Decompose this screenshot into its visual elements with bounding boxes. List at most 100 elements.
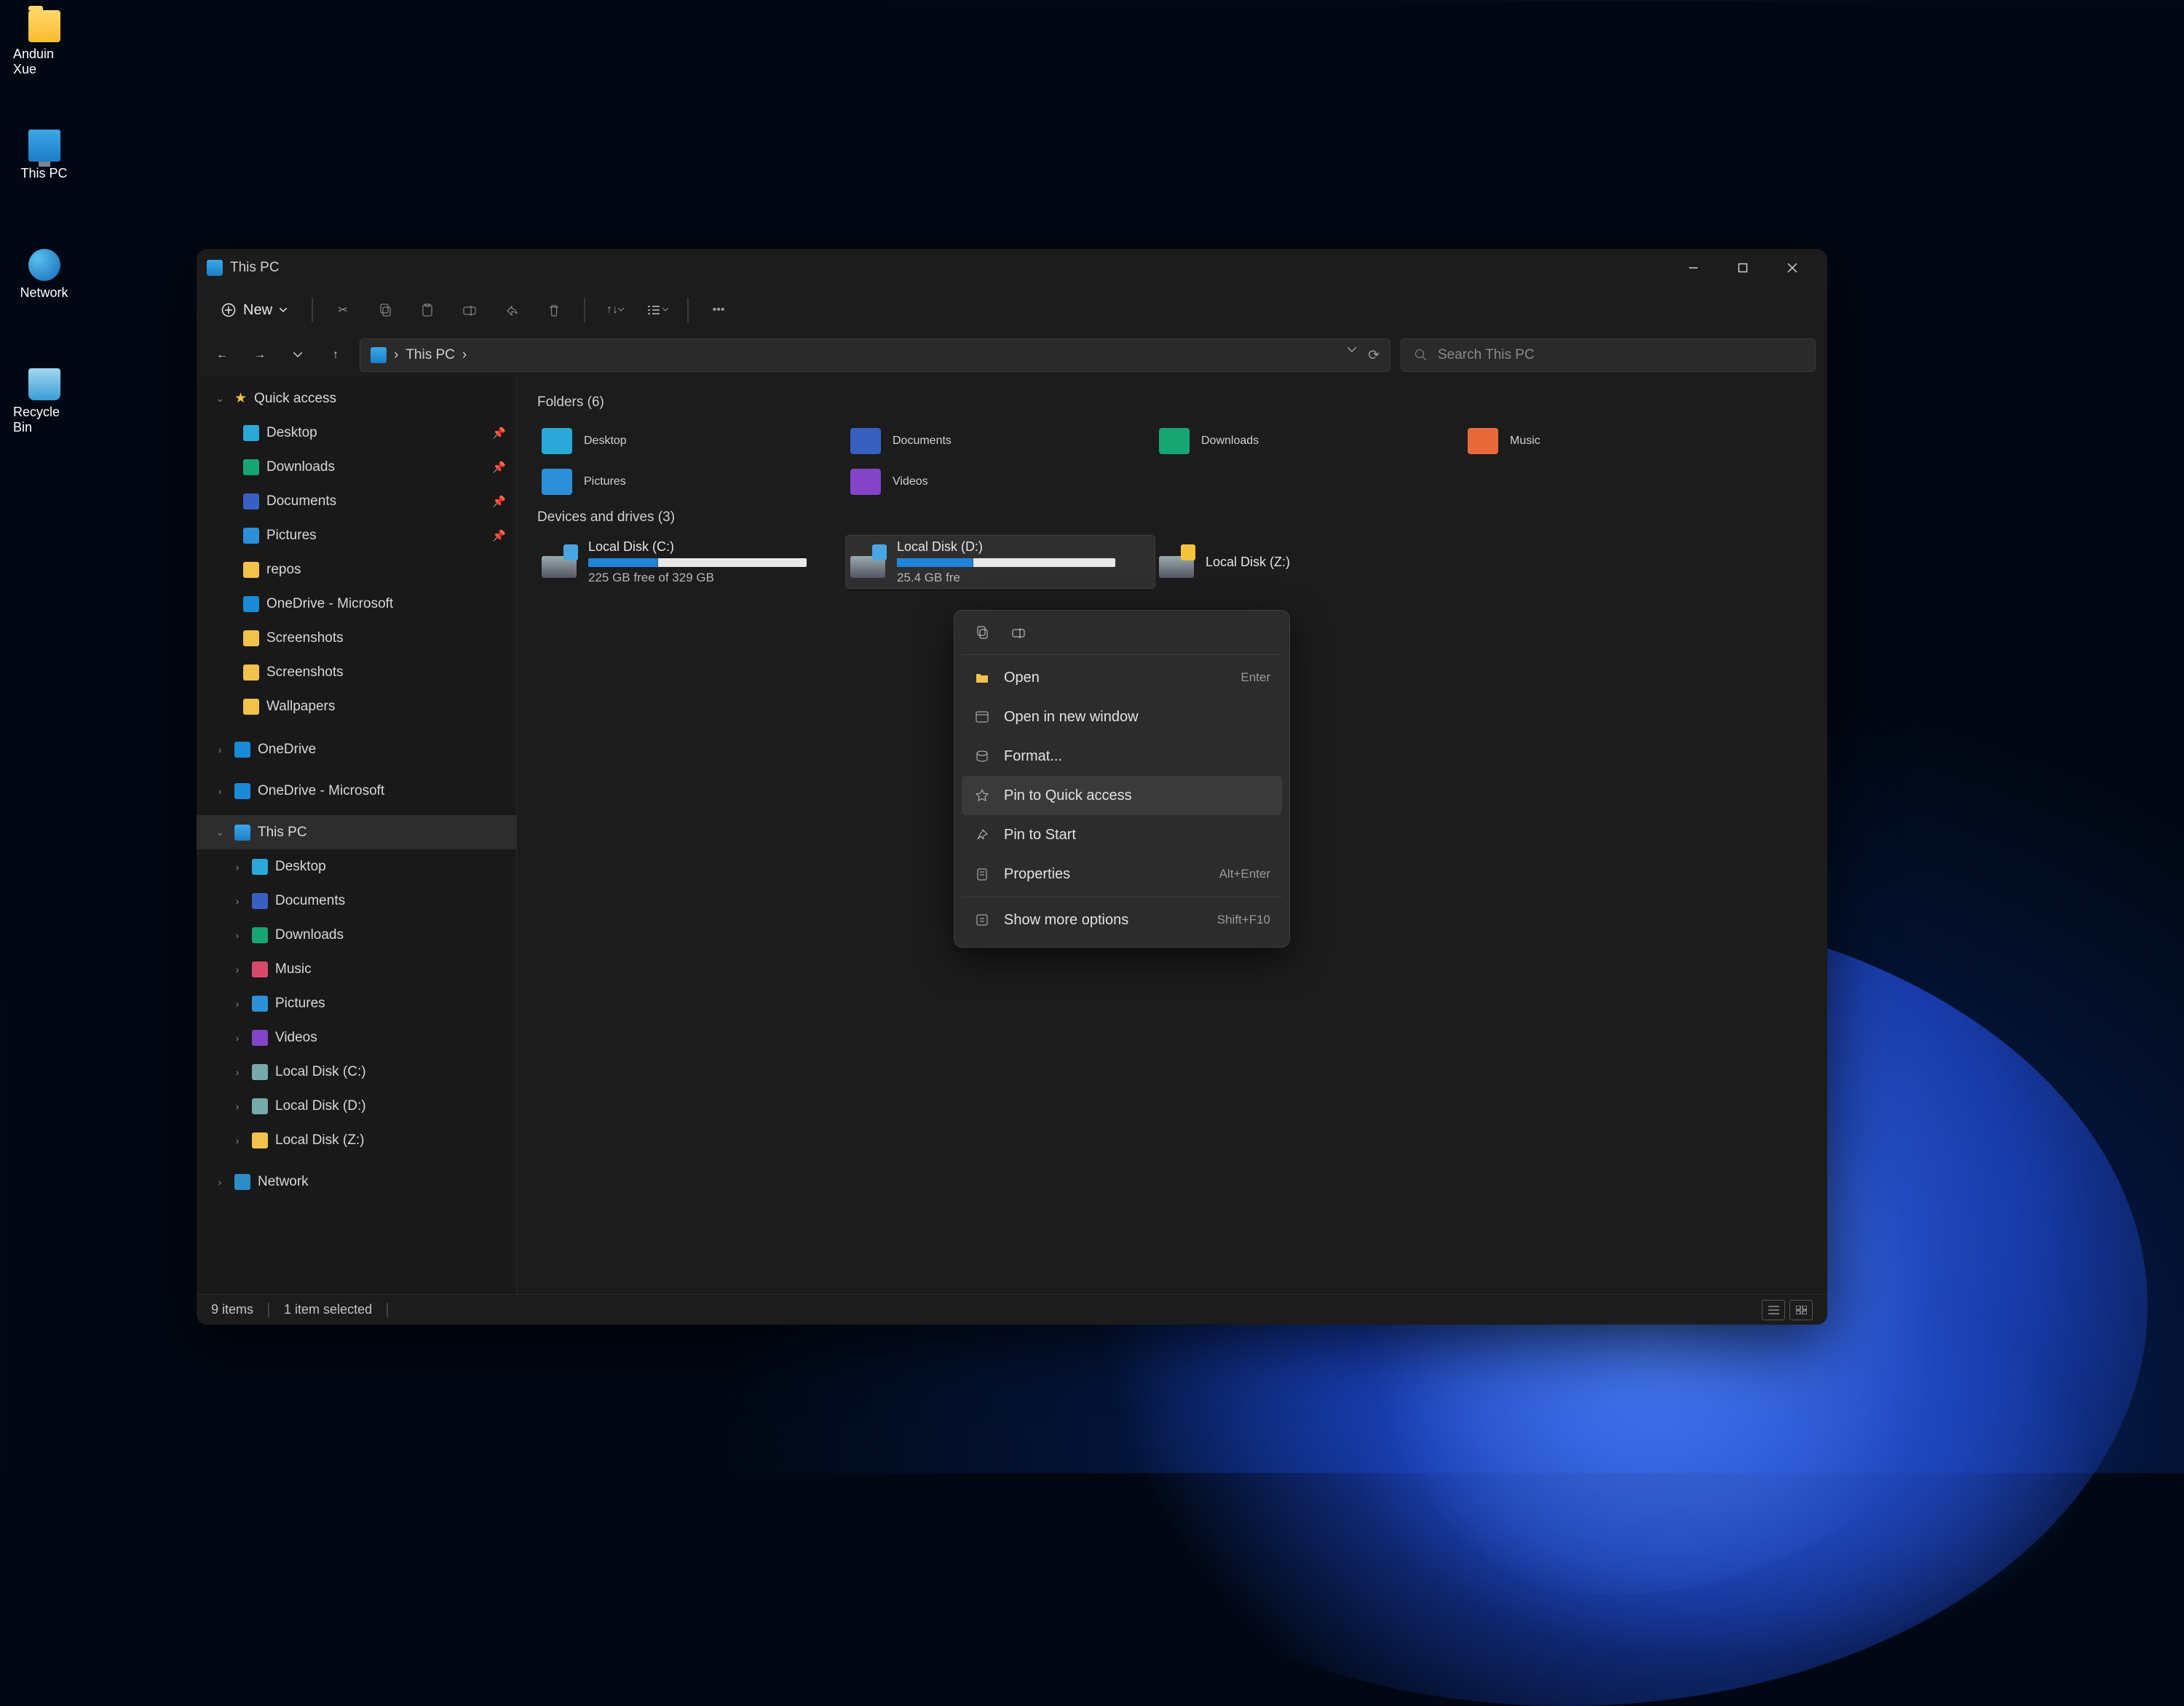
ctx-item[interactable]: OpenEnter <box>962 658 1282 697</box>
sidebar-item[interactable]: ›Videos <box>197 1020 516 1055</box>
ctx-show-more[interactable]: Show more optionsShift+F10 <box>962 900 1282 940</box>
sidebar-item[interactable]: ›Local Disk (D:) <box>197 1089 516 1123</box>
paste-button[interactable] <box>409 295 446 325</box>
folder-icon <box>252 1132 268 1148</box>
ctx-item[interactable]: PropertiesAlt+Enter <box>962 854 1282 894</box>
folder-item[interactable]: Documents <box>846 421 1155 461</box>
drives-group-header[interactable]: Devices and drives (3) <box>537 509 1807 525</box>
rename-button[interactable] <box>451 295 488 325</box>
sidebar-item[interactable]: ›Music <box>197 952 516 986</box>
ctx-copy-button[interactable] <box>968 621 997 644</box>
sidebar-item[interactable]: ›Downloads <box>197 918 516 952</box>
chevron-down-icon[interactable] <box>1348 347 1356 364</box>
sidebar-item[interactable]: ›Desktop <box>197 849 516 884</box>
folder-item[interactable]: Pictures <box>537 461 846 502</box>
cut-button[interactable]: ✂ <box>325 295 361 325</box>
forward-button[interactable]: → <box>246 341 274 369</box>
sidebar-item[interactable]: ›Local Disk (Z:) <box>197 1123 516 1157</box>
folders-group-header[interactable]: Folders (6) <box>537 394 1807 410</box>
view-button[interactable] <box>639 295 676 325</box>
ctx-item[interactable]: Format... <box>962 737 1282 776</box>
pin-icon: 📌 <box>492 495 506 508</box>
address-bar[interactable]: › This PC › ⟳ <box>360 338 1390 372</box>
desktop-icon-recycle[interactable]: Recycle Bin <box>13 368 75 435</box>
sidebar-item[interactable]: Pictures📌 <box>197 518 516 552</box>
drive-item[interactable]: Local Disk (C:)225 GB free of 329 GB <box>537 536 846 588</box>
folder-icon <box>973 672 991 683</box>
cloud-icon <box>234 783 250 799</box>
ctx-rename-button[interactable] <box>1004 621 1033 644</box>
recent-button[interactable] <box>284 341 312 369</box>
drive-item[interactable]: Local Disk (Z:) <box>1155 536 1463 588</box>
sidebar-item[interactable]: ›Pictures <box>197 986 516 1020</box>
more-button[interactable]: ••• <box>700 295 737 325</box>
copy-button[interactable] <box>367 295 403 325</box>
drive-item[interactable]: Local Disk (D:)25.4 GB fre <box>846 536 1155 588</box>
sidebar-thispc[interactable]: ⌄This PC <box>197 815 516 849</box>
sidebar-item[interactable]: Documents📌 <box>197 484 516 518</box>
folder-icon <box>252 961 268 977</box>
drive-icon <box>850 546 885 578</box>
sidebar-item[interactable]: Screenshots <box>197 621 516 655</box>
desktop-icon-thispc[interactable]: This PC <box>13 130 75 181</box>
disk-icon <box>973 750 991 762</box>
sidebar-item[interactable]: Desktop📌 <box>197 416 516 450</box>
details-view-button[interactable] <box>1762 1300 1785 1320</box>
sidebar: ⌄★Quick accessDesktop📌Downloads📌Document… <box>197 377 517 1294</box>
folder-icon <box>1468 428 1498 454</box>
folder-item[interactable]: Desktop <box>537 421 846 461</box>
sidebar-item[interactable]: Screenshots <box>197 655 516 689</box>
folder-item[interactable]: Videos <box>846 461 1155 502</box>
share-button[interactable] <box>494 295 530 325</box>
folder-icon <box>243 459 259 475</box>
chevron-down-icon <box>280 308 287 313</box>
folder-icon <box>542 469 572 495</box>
folder-item[interactable]: Downloads <box>1155 421 1463 461</box>
folder-icon <box>243 562 259 578</box>
breadcrumb[interactable]: This PC <box>405 347 455 363</box>
folder-icon <box>1159 428 1190 454</box>
window-icon <box>973 711 991 723</box>
tiles-view-button[interactable] <box>1789 1300 1813 1320</box>
up-button[interactable]: ↑ <box>322 341 349 369</box>
search-input[interactable]: Search This PC <box>1401 338 1816 372</box>
new-button[interactable]: New <box>208 296 300 325</box>
sidebar-item[interactable]: Wallpapers <box>197 689 516 723</box>
refresh-button[interactable]: ⟳ <box>1368 347 1380 364</box>
folder-icon <box>28 10 60 42</box>
ctx-item[interactable]: Pin to Start <box>962 815 1282 854</box>
maximize-button[interactable] <box>1718 249 1768 287</box>
desktop-icon-network[interactable]: Network <box>13 249 75 301</box>
back-button[interactable]: ← <box>208 341 236 369</box>
sidebar-onedrive-ms[interactable]: ›OneDrive - Microsoft <box>197 774 516 808</box>
folder-icon <box>252 859 268 875</box>
sidebar-network[interactable]: ›Network <box>197 1165 516 1199</box>
delete-button[interactable] <box>536 295 572 325</box>
sort-button[interactable]: ↑↓ <box>597 295 633 325</box>
folder-icon <box>243 596 259 612</box>
pc-icon <box>234 825 250 841</box>
star-icon <box>973 789 991 802</box>
sidebar-item[interactable]: ›Documents <box>197 884 516 918</box>
sidebar-onedrive[interactable]: ›OneDrive <box>197 732 516 766</box>
more-icon <box>973 913 991 927</box>
sidebar-item[interactable]: repos <box>197 552 516 587</box>
sidebar-item[interactable]: OneDrive - Microsoft <box>197 587 516 621</box>
ctx-item[interactable]: Open in new window <box>962 697 1282 737</box>
desktop-icon-anduin[interactable]: Anduin Xue <box>13 10 75 77</box>
ctx-item[interactable]: Pin to Quick access <box>962 776 1282 815</box>
folder-icon <box>850 428 881 454</box>
sidebar-quick-access[interactable]: ⌄★Quick access <box>197 381 516 416</box>
sidebar-item[interactable]: Downloads📌 <box>197 450 516 484</box>
folder-item[interactable]: Music <box>1463 421 1772 461</box>
folder-icon <box>542 428 572 454</box>
minimize-button[interactable] <box>1669 249 1718 287</box>
folder-icon <box>252 893 268 909</box>
sidebar-item[interactable]: ›Local Disk (C:) <box>197 1055 516 1089</box>
pin-icon: 📌 <box>492 426 506 440</box>
folder-icon <box>243 630 259 646</box>
folder-icon <box>252 1098 268 1114</box>
pin-icon: 📌 <box>492 461 506 474</box>
close-button[interactable] <box>1768 249 1817 287</box>
folder-icon <box>243 664 259 681</box>
